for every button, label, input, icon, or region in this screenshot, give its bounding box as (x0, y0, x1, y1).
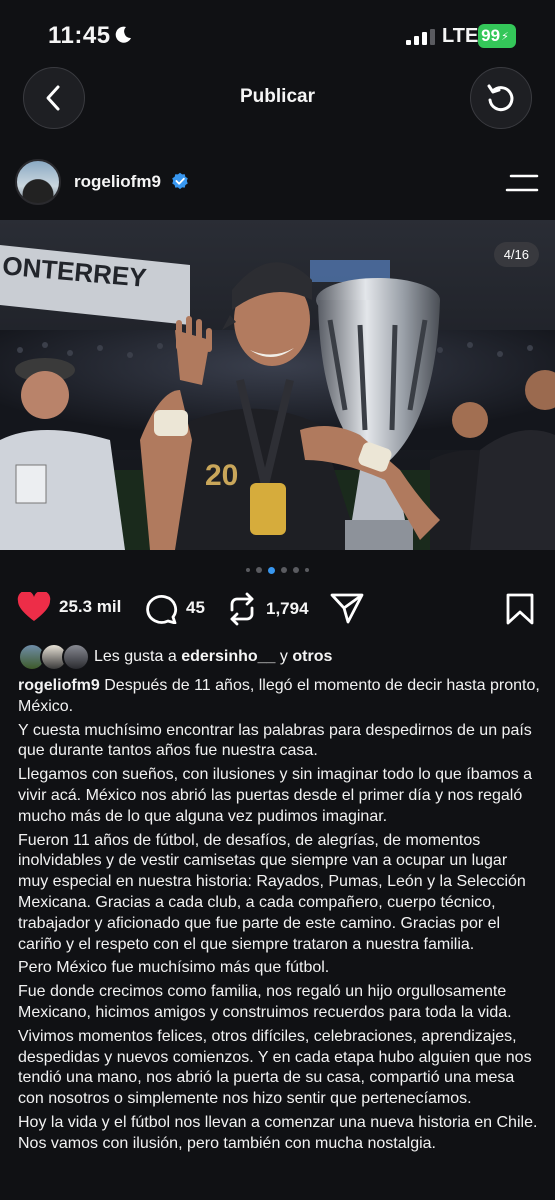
carousel-dot (256, 567, 262, 573)
repost-icon (230, 592, 254, 626)
carousel-dot (281, 567, 287, 573)
caption-username[interactable]: rogeliofm9 (18, 677, 100, 694)
carousel-dots (0, 563, 555, 577)
post-image-illustration: ONTERREY 20 (0, 220, 555, 550)
post-actions: 25.3 mil 45 1,794 (0, 588, 555, 632)
like-button[interactable]: 25.3 mil (17, 592, 121, 622)
liked-by-avatars (18, 643, 92, 671)
caption-paragraph: rogeliofm9 Después de 11 años, llegó el … (18, 676, 540, 718)
share-button[interactable] (330, 592, 364, 624)
post-caption: rogeliofm9 Después de 11 años, llegó el … (18, 676, 540, 1158)
share-icon (330, 593, 364, 624)
liked-by-user[interactable]: edersinho__ (181, 648, 275, 665)
heart-icon (17, 592, 51, 621)
author-avatar[interactable] (15, 159, 61, 205)
refresh-button[interactable] (470, 67, 532, 129)
comment-icon (146, 595, 178, 624)
carousel-dot (305, 568, 309, 572)
caption-paragraph: Vivimos momentos felices, otros difícile… (18, 1027, 532, 1108)
network-label: LTE (442, 25, 479, 47)
caption-paragraph: Pero México fue muchísimo más que fútbol… (18, 959, 330, 977)
status-bar: 11:45 LTE 99 ⚡ (0, 0, 555, 70)
caption-paragraph: Llegamos con sueños, con ilusiones y sin… (18, 766, 533, 825)
repost-button[interactable]: 1,794 (226, 592, 309, 626)
post-author-row: rogeliofm9 (0, 155, 555, 211)
caption-paragraph: Hoy la vida y el fútbol nos llevan a com… (18, 1113, 538, 1152)
liked-by-row[interactable]: Les gusta a edersinho__ y otros (18, 643, 538, 673)
moon-icon (115, 26, 131, 43)
charging-icon: ⚡ (501, 30, 509, 43)
carousel-dot (293, 567, 299, 573)
liked-by-others[interactable]: otros (292, 648, 332, 665)
battery-indicator: 99 ⚡ (478, 24, 516, 48)
carousel-dot (246, 568, 250, 572)
status-time: 11:45 (48, 22, 111, 49)
caption-paragraph: Fueron 11 años de fútbol, de desafíos, d… (18, 831, 526, 953)
liked-by-text: Les gusta a edersinho__ y otros (94, 648, 332, 666)
bookmark-icon (506, 593, 534, 625)
menu-icon[interactable] (505, 172, 539, 194)
liked-by-prefix: Les gusta a (94, 648, 177, 665)
save-button[interactable] (505, 593, 535, 630)
author-username[interactable]: rogeliofm9 (74, 172, 161, 192)
nav-header: Publicar (0, 66, 555, 132)
signal-icon (406, 29, 435, 45)
jersey-number: 20 (205, 459, 238, 492)
liked-by-joiner: y (279, 648, 288, 665)
caption-paragraph: Y cuesta muchísimo encontrar las palabra… (18, 721, 532, 760)
comments-count: 45 (186, 598, 205, 617)
refresh-icon (487, 84, 514, 112)
reposts-count: 1,794 (266, 599, 309, 618)
caption-paragraph: Fue donde crecimos como familia, nos reg… (18, 983, 512, 1021)
post-image[interactable]: ONTERREY 20 4/16 (0, 220, 555, 550)
verified-icon (172, 172, 188, 190)
battery-level: 99 (481, 26, 501, 45)
comment-button[interactable]: 45 (144, 592, 205, 624)
avatar (62, 643, 90, 671)
carousel-dot-active (268, 566, 275, 574)
likes-count: 25.3 mil (59, 597, 122, 616)
image-counter: 4/16 (493, 242, 539, 267)
